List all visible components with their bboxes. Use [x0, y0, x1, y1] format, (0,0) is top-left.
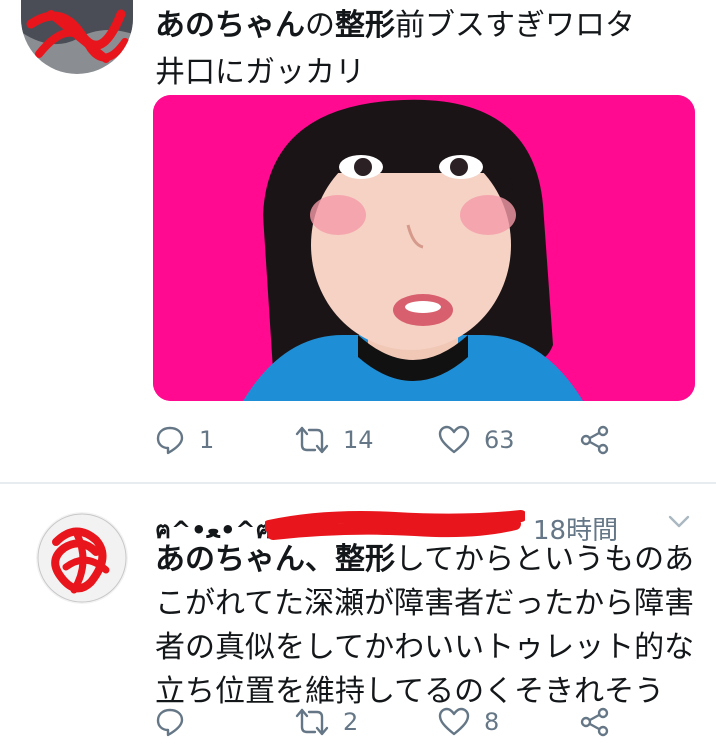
retweet-button[interactable]: 2: [295, 702, 358, 742]
tweet-text-line: 者の真似をしてかわいいトゥレット的な: [155, 630, 695, 665]
tweet-text-line-1: あのちゃんの整形前ブスすぎワロタ: [155, 6, 695, 45]
tweet-actions: 2 8: [155, 702, 625, 742]
tweet-text-span: 前ブスすぎワロタ: [395, 8, 635, 43]
tweet-1[interactable]: あのちゃんの整形前ブスすぎワロタ 井口にガッカリ 1 14 63: [0, 0, 716, 484]
retweet-icon: [295, 426, 329, 454]
like-count: 63: [484, 426, 515, 454]
like-icon: [438, 425, 470, 454]
tweet-text-line: あのちゃん、整形してからというものあ: [155, 538, 700, 582]
retweet-count: 2: [343, 708, 359, 736]
like-icon: [438, 707, 470, 736]
tweet-text-bold: 整形: [335, 8, 395, 43]
tweet-actions: 1 14 63: [155, 420, 625, 460]
tweet-2[interactable]: ฅ^•ﻌ•^ฅ 18時間 あのちゃん、整形してからというものあ こがれてた深瀬が…: [0, 484, 716, 749]
retweet-icon: [295, 708, 329, 736]
tweet-photo[interactable]: [153, 95, 695, 401]
reply-icon: [156, 708, 184, 737]
like-button[interactable]: 63: [438, 420, 515, 460]
tweet-text-line-2: 井口にガッカリ: [155, 55, 365, 90]
share-icon: [580, 707, 609, 737]
reply-button[interactable]: 1: [155, 420, 214, 460]
tweet-text: あのちゃん、整形してからというものあ こがれてた深瀬が障害者だったから障害 者の…: [155, 538, 700, 714]
avatar[interactable]: [21, 0, 133, 74]
share-button[interactable]: [580, 702, 610, 742]
like-button[interactable]: 8: [438, 702, 499, 742]
chevron-down-icon[interactable]: [667, 514, 691, 530]
like-count: 8: [484, 708, 500, 736]
reply-icon: [156, 426, 184, 455]
retweet-count: 14: [343, 426, 374, 454]
reply-button[interactable]: [155, 702, 199, 742]
retweet-button[interactable]: 14: [295, 420, 374, 460]
avatar[interactable]: [36, 512, 128, 604]
tweet-text-span: してからというものあ: [395, 542, 695, 577]
share-button[interactable]: [580, 420, 610, 460]
tweet-text-span: の: [305, 8, 335, 43]
share-icon: [580, 425, 609, 455]
tweet-text-line: こがれてた深瀬が障害者だったから障害: [155, 586, 695, 621]
tweet-text-bold: あのちゃん: [155, 8, 305, 43]
tweet-text-bold: あのちゃん、整形: [155, 542, 395, 577]
reply-count: 1: [199, 426, 215, 454]
